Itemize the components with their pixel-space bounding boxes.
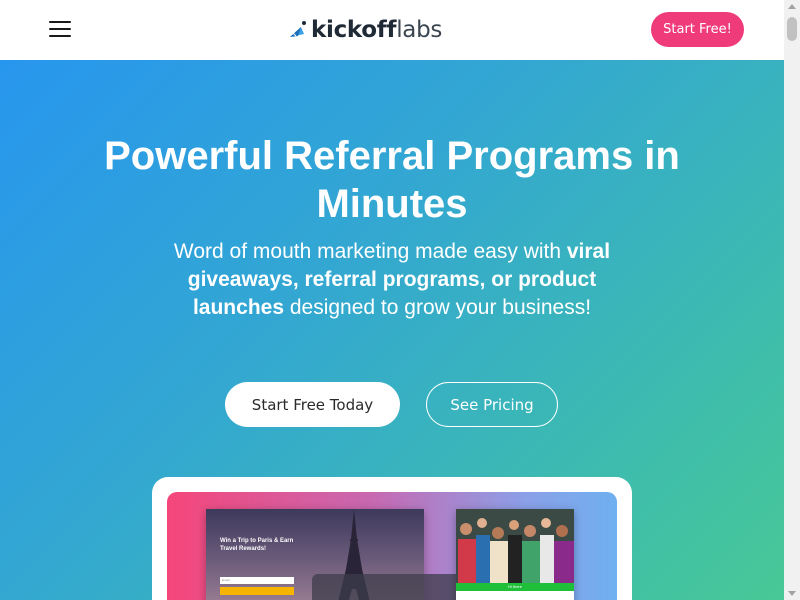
paris-card-title: Win a Trip to Paris & Earn Travel Reward… xyxy=(220,538,294,552)
crowd-campaign-card: Hi there xyxy=(456,509,574,600)
site-header: kickofflabs Start Free! xyxy=(0,0,784,60)
hamburger-menu-icon[interactable] xyxy=(49,21,71,37)
hero-subtitle: Word of mouth marketing made easy with v… xyxy=(172,238,612,322)
see-pricing-button[interactable]: See Pricing xyxy=(426,382,558,427)
product-mockup-frame: Win a Trip to Paris & Earn Travel Reward… xyxy=(152,477,632,600)
paris-email-input: Email xyxy=(220,577,294,584)
product-mockup-screen: Win a Trip to Paris & Earn Travel Reward… xyxy=(167,492,617,600)
hero-title: Powerful Referral Programs in Minutes xyxy=(104,134,680,226)
mockup-overlay-panel xyxy=(312,574,462,600)
crowd-card-body xyxy=(456,591,574,600)
vertical-scrollbar[interactable] xyxy=(784,0,800,600)
scroll-down-arrow-icon[interactable] xyxy=(788,591,796,596)
scroll-up-arrow-icon[interactable] xyxy=(788,4,796,9)
kickofflabs-logo[interactable]: kickofflabs xyxy=(287,14,442,46)
start-free-button[interactable]: Start Free! xyxy=(651,12,744,47)
paris-submit-button xyxy=(220,587,294,595)
hero-subtitle-part1: Word of mouth marketing made easy with xyxy=(173,240,567,263)
start-free-today-button[interactable]: Start Free Today xyxy=(225,382,400,427)
hero-section: Powerful Referral Programs in Minutes Wo… xyxy=(0,60,784,600)
hero-subtitle-part2: designed to grow your business! xyxy=(284,296,592,319)
crowd-card-bar: Hi there xyxy=(456,583,574,591)
logo-text: kickofflabs xyxy=(311,17,442,43)
logo-light-text: labs xyxy=(396,17,443,43)
rocket-icon xyxy=(290,21,306,37)
logo-bold-text: kickoff xyxy=(311,17,397,43)
crowd-photo-image xyxy=(456,509,574,583)
scroll-thumb[interactable] xyxy=(787,17,797,41)
